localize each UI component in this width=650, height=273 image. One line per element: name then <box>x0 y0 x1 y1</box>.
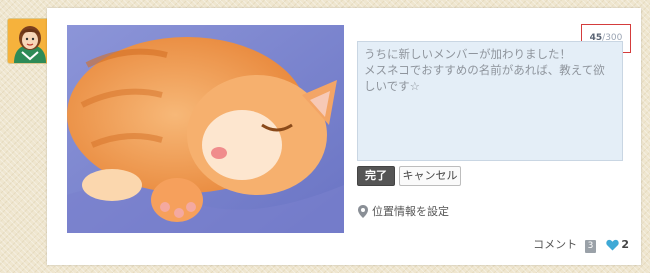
avatar-icon <box>8 19 52 63</box>
map-pin-icon <box>358 204 368 218</box>
done-button[interactable]: 完了 <box>357 166 395 186</box>
location-label: 位置情報を設定 <box>372 205 449 218</box>
comment-label: コメント <box>533 238 578 251</box>
cancel-button[interactable]: キャンセル <box>399 166 461 186</box>
set-location-link[interactable]: 位置情報を設定 <box>358 203 449 219</box>
post-text-input[interactable]: うちに新しいメンバーが加わりました！ メスネコでおすすめの名前があれば、教えて欲… <box>357 41 623 161</box>
post-photo <box>67 25 344 233</box>
comment-count-badge: 3 <box>584 240 597 253</box>
comment-link[interactable]: コメント 3 <box>533 236 597 253</box>
post-footer: コメント 3 2 <box>533 236 629 253</box>
like-button[interactable]: 2 <box>606 238 629 251</box>
like-count: 2 <box>621 238 629 251</box>
post-card: 45/300 うちに新しいメンバーが加わりました！ メスネコでおすすめの名前があ… <box>47 8 641 265</box>
heart-icon <box>606 239 620 250</box>
